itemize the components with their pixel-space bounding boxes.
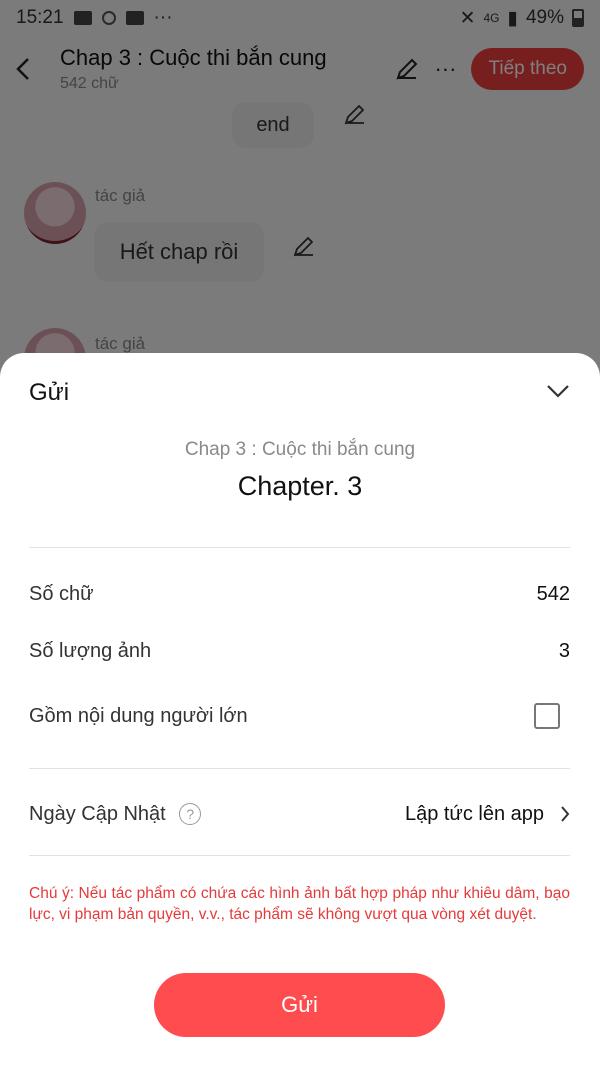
chapter-name: Chap 3 : Cuộc thi bắn cung: [184, 439, 416, 460]
image-count-value: 3: [558, 639, 570, 662]
send-bottom-sheet: Gửi Chap 3 : Cuộc thi bắn cung Chapter. …: [0, 353, 600, 1067]
collapse-button[interactable]: [542, 375, 574, 407]
word-count-value: 542: [536, 582, 570, 605]
chapter-label: Chapter. 3: [237, 471, 363, 501]
help-icon[interactable]: ?: [179, 803, 202, 826]
warning-note: Chú ý: Nếu tác phẩm có chứa các hình ảnh…: [29, 885, 570, 923]
send-button[interactable]: Gửi: [154, 973, 445, 1037]
adult-content-row[interactable]: Gồm nội dung người lớn: [29, 700, 570, 732]
adult-content-checkbox[interactable]: [534, 703, 560, 729]
chevron-down-icon: [547, 385, 569, 398]
update-date-row[interactable]: Ngày Cập Nhật ? Lập tức lên app: [29, 799, 570, 829]
image-count-row: Số lượng ảnh 3: [29, 636, 570, 666]
word-count-label: Số chữ: [29, 582, 94, 605]
image-count-label: Số lượng ảnh: [29, 639, 152, 662]
divider: [29, 855, 570, 856]
update-date-value: Lập tức lên app: [404, 802, 544, 825]
adult-content-label: Gồm nội dung người lớn: [29, 704, 248, 727]
sheet-title: Gửi: [29, 379, 70, 406]
update-date-label: Ngày Cập Nhật: [29, 802, 166, 825]
divider: [29, 768, 570, 769]
chevron-right-icon: [561, 806, 570, 822]
word-count-row: Số chữ 542: [29, 579, 570, 609]
divider: [29, 547, 570, 548]
